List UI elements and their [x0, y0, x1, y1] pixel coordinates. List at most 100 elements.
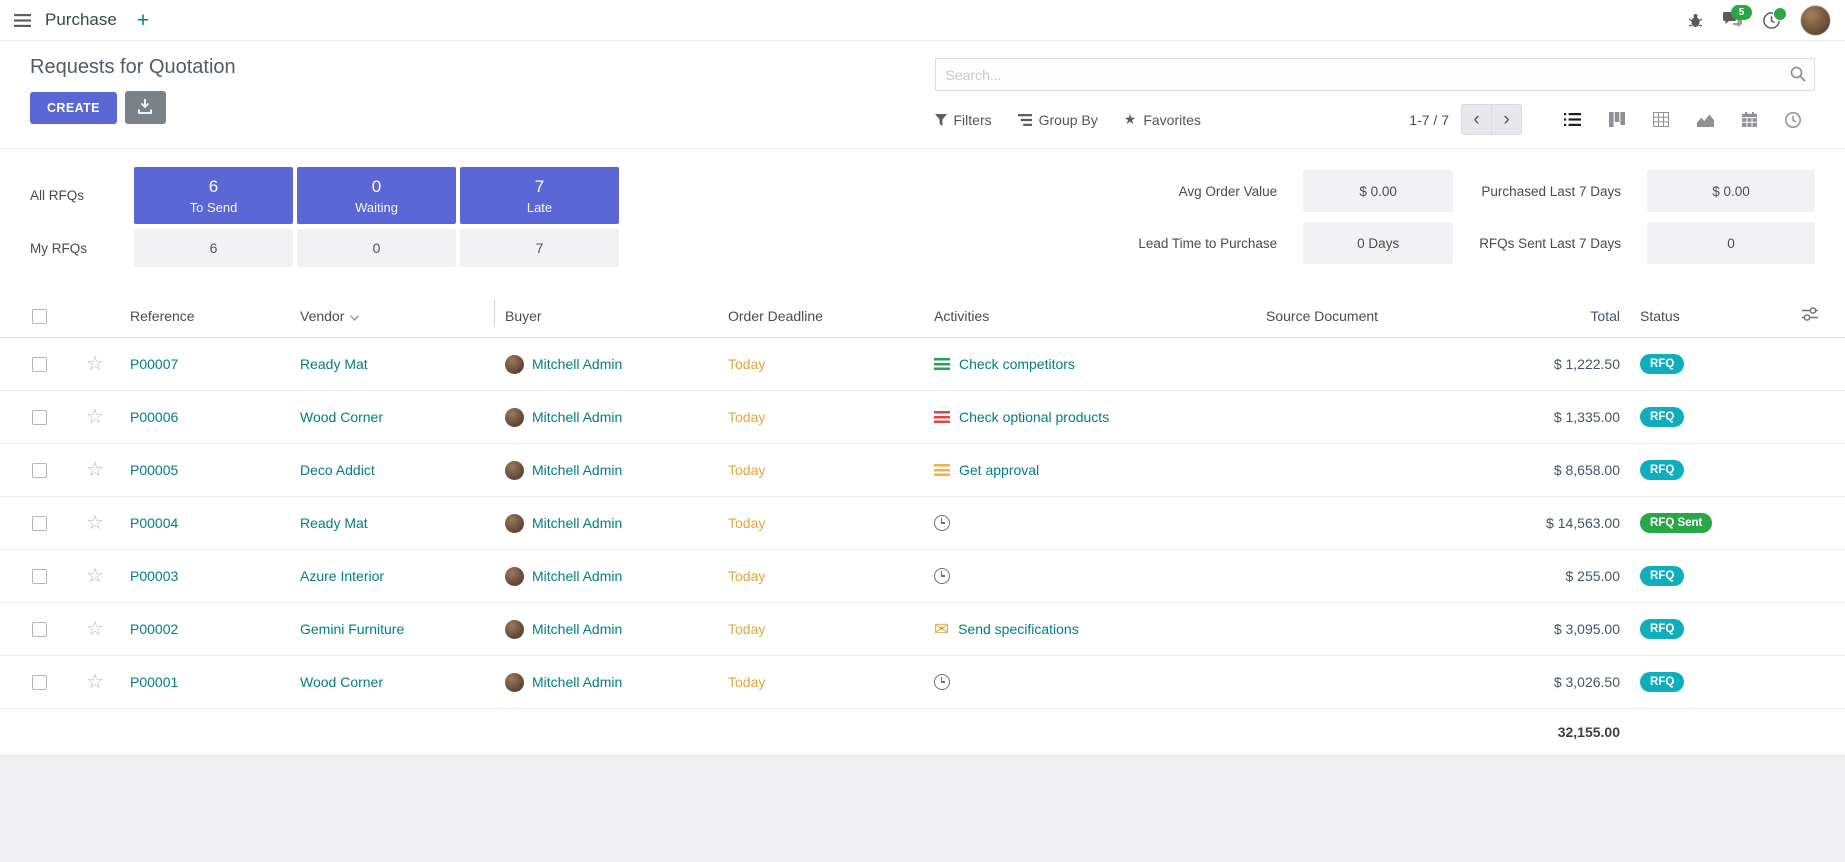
order-deadline: Today	[728, 515, 765, 531]
pager-previous-button[interactable]: ‹	[1461, 104, 1492, 135]
vendor-link[interactable]: Ready Mat	[300, 356, 368, 372]
row-checkbox[interactable]	[32, 675, 47, 690]
my-to-send-value[interactable]: 6	[134, 229, 293, 267]
reference-link[interactable]: P00005	[130, 462, 178, 478]
row-checkbox[interactable]	[32, 622, 47, 637]
activity-label[interactable]: Get approval	[959, 462, 1039, 478]
activities-clock-icon[interactable]	[1763, 12, 1780, 29]
favorite-star-icon[interactable]: ☆	[86, 512, 104, 534]
vendor-link[interactable]: Gemini Furniture	[300, 621, 404, 637]
favorite-star-icon[interactable]: ☆	[86, 459, 104, 481]
graph-view-icon[interactable]	[1683, 107, 1728, 133]
filters-button[interactable]: Filters	[935, 112, 992, 128]
activity-label[interactable]: Check optional products	[959, 409, 1109, 425]
activity-icon[interactable]	[934, 674, 950, 690]
search-input[interactable]	[935, 58, 1816, 91]
activity-icon[interactable]	[934, 568, 950, 584]
view-switcher	[1550, 106, 1815, 134]
reference-link[interactable]: P00002	[130, 621, 178, 637]
table-row[interactable]: ☆ P00005 Deco Addict Mitchell Admin Toda…	[0, 444, 1845, 497]
activity-view-icon[interactable]	[1771, 106, 1815, 134]
table-row[interactable]: ☆ P00001 Wood Corner Mitchell Admin Toda…	[0, 656, 1845, 709]
bug-icon[interactable]	[1688, 13, 1703, 28]
calendar-view-icon[interactable]	[1728, 106, 1771, 133]
new-window-button[interactable]: +	[137, 10, 149, 31]
activity-icon[interactable]	[934, 411, 950, 424]
sort-chevron-icon	[350, 308, 359, 324]
header-activities[interactable]: Activities	[924, 289, 1256, 338]
vendor-link[interactable]: Deco Addict	[300, 462, 375, 478]
search-icon[interactable]	[1790, 66, 1806, 85]
list-view-icon[interactable]	[1550, 106, 1595, 133]
reference-link[interactable]: P00001	[130, 674, 178, 690]
activity-icon[interactable]: ✉	[934, 623, 949, 636]
vendor-link[interactable]: Ready Mat	[300, 515, 368, 531]
activity-label[interactable]: Send specifications	[958, 621, 1079, 637]
header-status[interactable]: Status	[1630, 289, 1775, 338]
favorite-star-icon[interactable]: ☆	[86, 353, 104, 375]
apps-menu-icon[interactable]	[14, 14, 31, 27]
table-row[interactable]: ☆ P00002 Gemini Furniture Mitchell Admin…	[0, 603, 1845, 656]
my-late-value[interactable]: 7	[460, 229, 619, 267]
avg-order-value: $ 0.00	[1303, 170, 1453, 212]
reference-link[interactable]: P00003	[130, 568, 178, 584]
waiting-card[interactable]: 0 Waiting	[297, 167, 456, 224]
header-vendor[interactable]: Vendor	[290, 289, 495, 338]
activity-label[interactable]: Check competitors	[959, 356, 1075, 372]
kanban-view-icon[interactable]	[1595, 106, 1639, 133]
app-name[interactable]: Purchase	[45, 10, 117, 30]
export-button[interactable]	[125, 91, 166, 124]
header-reference[interactable]: Reference	[120, 289, 290, 338]
table-row[interactable]: ☆ P00004 Ready Mat Mitchell Admin Today …	[0, 497, 1845, 550]
favorite-star-icon[interactable]: ☆	[86, 671, 104, 693]
row-checkbox[interactable]	[32, 463, 47, 478]
pivot-view-icon[interactable]	[1639, 106, 1683, 133]
vendor-link[interactable]: Azure Interior	[300, 568, 384, 584]
table-row[interactable]: ☆ P00007 Ready Mat Mitchell Admin Today …	[0, 338, 1845, 391]
buyer-link[interactable]: Mitchell Admin	[532, 515, 622, 531]
my-waiting-value[interactable]: 0	[297, 229, 456, 267]
vendor-link[interactable]: Wood Corner	[300, 409, 383, 425]
order-deadline: Today	[728, 674, 765, 690]
messages-icon[interactable]: 5	[1723, 12, 1743, 28]
header-total[interactable]: Total	[1430, 289, 1630, 338]
vendor-link[interactable]: Wood Corner	[300, 674, 383, 690]
favorites-button[interactable]: ★ Favorites	[1124, 111, 1201, 128]
pager-next-button[interactable]: ›	[1491, 104, 1522, 135]
buyer-link[interactable]: Mitchell Admin	[532, 356, 622, 372]
header-order-deadline[interactable]: Order Deadline	[718, 289, 924, 338]
header-source-document[interactable]: Source Document	[1256, 289, 1430, 338]
row-checkbox[interactable]	[32, 410, 47, 425]
late-card[interactable]: 7 Late	[460, 167, 619, 224]
buyer-avatar	[505, 514, 524, 533]
reference-link[interactable]: P00004	[130, 515, 178, 531]
row-checkbox[interactable]	[32, 516, 47, 531]
page-title: Requests for Quotation	[30, 56, 911, 79]
activity-icon[interactable]	[934, 464, 950, 477]
activity-icon[interactable]	[934, 515, 950, 531]
buyer-link[interactable]: Mitchell Admin	[532, 409, 622, 425]
buyer-link[interactable]: Mitchell Admin	[532, 568, 622, 584]
buyer-link[interactable]: Mitchell Admin	[532, 621, 622, 637]
header-buyer[interactable]: Buyer	[495, 289, 718, 338]
buyer-link[interactable]: Mitchell Admin	[532, 674, 622, 690]
activity-icon[interactable]	[934, 358, 950, 371]
row-checkbox[interactable]	[32, 569, 47, 584]
reference-link[interactable]: P00006	[130, 409, 178, 425]
to-send-card[interactable]: 6 To Send	[134, 167, 293, 224]
row-checkbox[interactable]	[32, 357, 47, 372]
user-avatar[interactable]	[1800, 5, 1831, 36]
table-row[interactable]: ☆ P00003 Azure Interior Mitchell Admin T…	[0, 550, 1845, 603]
create-button[interactable]: CREATE	[30, 92, 117, 124]
table-header-row: Reference Vendor Buyer Order Deadline Ac…	[0, 289, 1845, 338]
favorite-star-icon[interactable]: ☆	[86, 565, 104, 587]
optional-columns-icon[interactable]	[1802, 307, 1818, 321]
favorite-star-icon[interactable]: ☆	[86, 406, 104, 428]
group-by-button[interactable]: Group By	[1018, 112, 1098, 128]
buyer-link[interactable]: Mitchell Admin	[532, 462, 622, 478]
table-row[interactable]: ☆ P00006 Wood Corner Mitchell Admin Toda…	[0, 391, 1845, 444]
favorite-star-icon[interactable]: ☆	[86, 618, 104, 640]
select-all-checkbox[interactable]	[32, 309, 47, 324]
reference-link[interactable]: P00007	[130, 356, 178, 372]
rfqs-sent-last-7-days-value: 0	[1647, 222, 1815, 264]
